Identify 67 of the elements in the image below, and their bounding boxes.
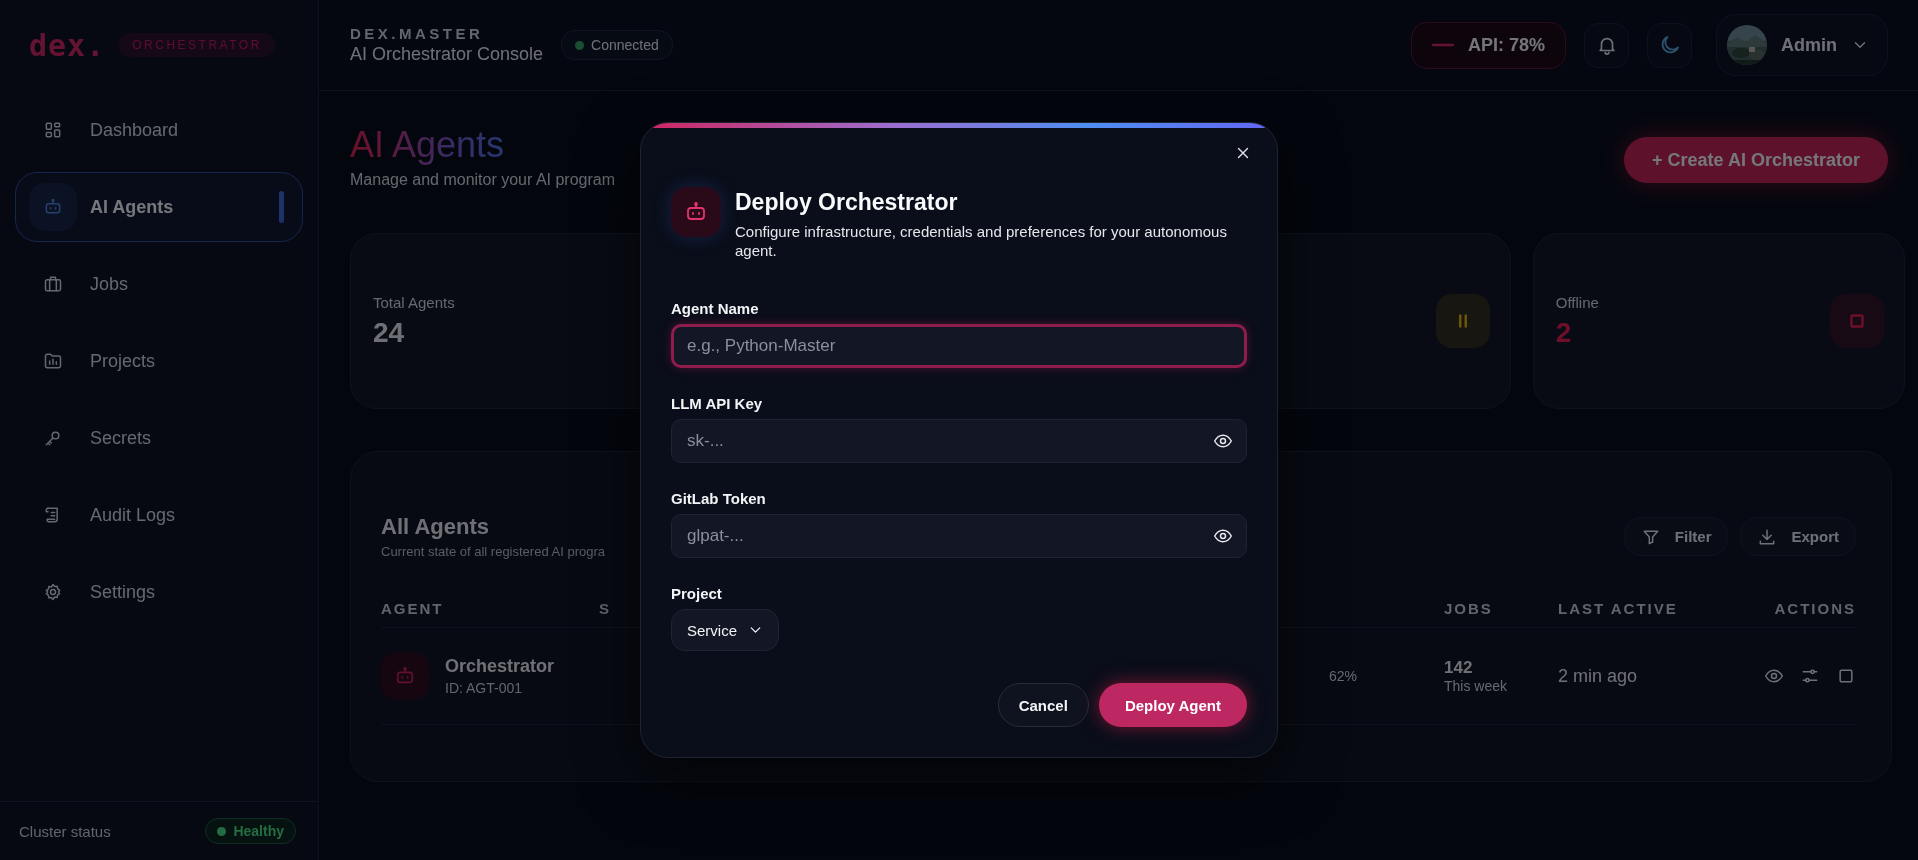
last-active: 2 min ago: [1558, 665, 1639, 687]
stat-value: 24: [373, 316, 406, 349]
agent-name: Orchestrator: [445, 656, 555, 677]
input-field[interactable]: e.g., Python-Master: [671, 324, 1247, 368]
stat-value: 2: [1555, 316, 1573, 349]
deploy-button[interactable]: Deploy Agent: [1098, 683, 1247, 727]
filter-button[interactable]: Filter: [1623, 517, 1729, 556]
connection-badge: Connected: [561, 30, 673, 60]
field-label: LLM API Key: [671, 395, 764, 412]
sliders-icon: [1800, 666, 1820, 686]
column-header: JOBS: [1444, 599, 1494, 617]
stop-button[interactable]: [1836, 666, 1856, 686]
column-header: LAST ACTIVE: [1558, 599, 1679, 617]
eye-icon: [1764, 666, 1784, 686]
project-dropdown[interactable]: Service: [671, 609, 779, 651]
dialog-title: Deploy Orchestrator: [735, 189, 959, 216]
briefcase-icon: [43, 274, 63, 294]
dialog-description: Configure infrastructure, credentials and preferences for your autonomous agent.: [735, 222, 1228, 260]
stat-label: Offline: [1555, 293, 1599, 311]
logo: dex.: [29, 27, 106, 63]
stat-label: Total Agents: [373, 293, 455, 311]
configure-button[interactable]: [1800, 666, 1820, 686]
column-header: S: [599, 599, 612, 617]
nav-item[interactable]: Audit Logs: [15, 480, 303, 550]
theme-toggle[interactable]: [1647, 22, 1692, 68]
status-badge: Healthy: [205, 818, 296, 844]
robot-icon: [43, 197, 63, 217]
nav-item[interactable]: Secrets: [15, 403, 303, 473]
cluster-status-label: Cluster status: [19, 822, 111, 840]
field-label: Agent Name: [671, 300, 760, 317]
dash-icon: [1431, 43, 1454, 47]
cancel-button[interactable]: Cancel: [997, 683, 1089, 727]
column-header: AGENT: [381, 599, 445, 617]
table-subtitle: Current state of all registered AI progra: [381, 544, 605, 559]
usage-percent: 62%: [1329, 668, 1359, 684]
agent-id: ID: AGT-001: [445, 680, 524, 696]
api-usage-badge: API: 78%: [1410, 21, 1566, 69]
nav-item[interactable]: Dashboard: [15, 95, 303, 165]
gear-icon: [43, 582, 63, 602]
table-title: All Agents: [381, 514, 490, 540]
square-icon: [1836, 666, 1856, 686]
jobs-count: 142: [1444, 658, 1474, 678]
user-menu[interactable]: Admin: [1716, 14, 1888, 76]
nav-item[interactable]: Jobs: [15, 249, 303, 319]
nav-item[interactable]: Settings: [15, 557, 303, 627]
view-button[interactable]: [1764, 666, 1784, 686]
input-field[interactable]: glpat-...: [671, 514, 1247, 558]
create-button[interactable]: + Create AI Orchestrator: [1624, 137, 1888, 183]
column-header: ACTIONS: [1774, 599, 1856, 617]
key-icon: [43, 428, 63, 448]
field-label: GitLab Token: [671, 490, 767, 507]
input-field[interactable]: sk-...: [671, 419, 1247, 463]
page-subtitle: Manage and monitor your AI program: [350, 171, 616, 189]
notifications-button[interactable]: [1584, 22, 1629, 68]
field-label: Project: [671, 585, 723, 602]
export-button[interactable]: Export: [1740, 517, 1856, 556]
grid-icon: [43, 120, 63, 140]
folder-chart-icon: [43, 351, 63, 371]
app-title: AI Orchestrator Console: [350, 44, 544, 65]
active-indicator: [279, 191, 284, 223]
nav-item[interactable]: Projects: [15, 326, 303, 396]
eye-icon: [1213, 431, 1233, 451]
jobs-period: This week: [1444, 678, 1509, 694]
nav-item[interactable]: AI Agents: [15, 172, 303, 242]
app-eyebrow: DEX.MASTER: [350, 25, 485, 42]
user-name: Admin: [1781, 34, 1837, 56]
eye-icon: [1213, 526, 1233, 546]
